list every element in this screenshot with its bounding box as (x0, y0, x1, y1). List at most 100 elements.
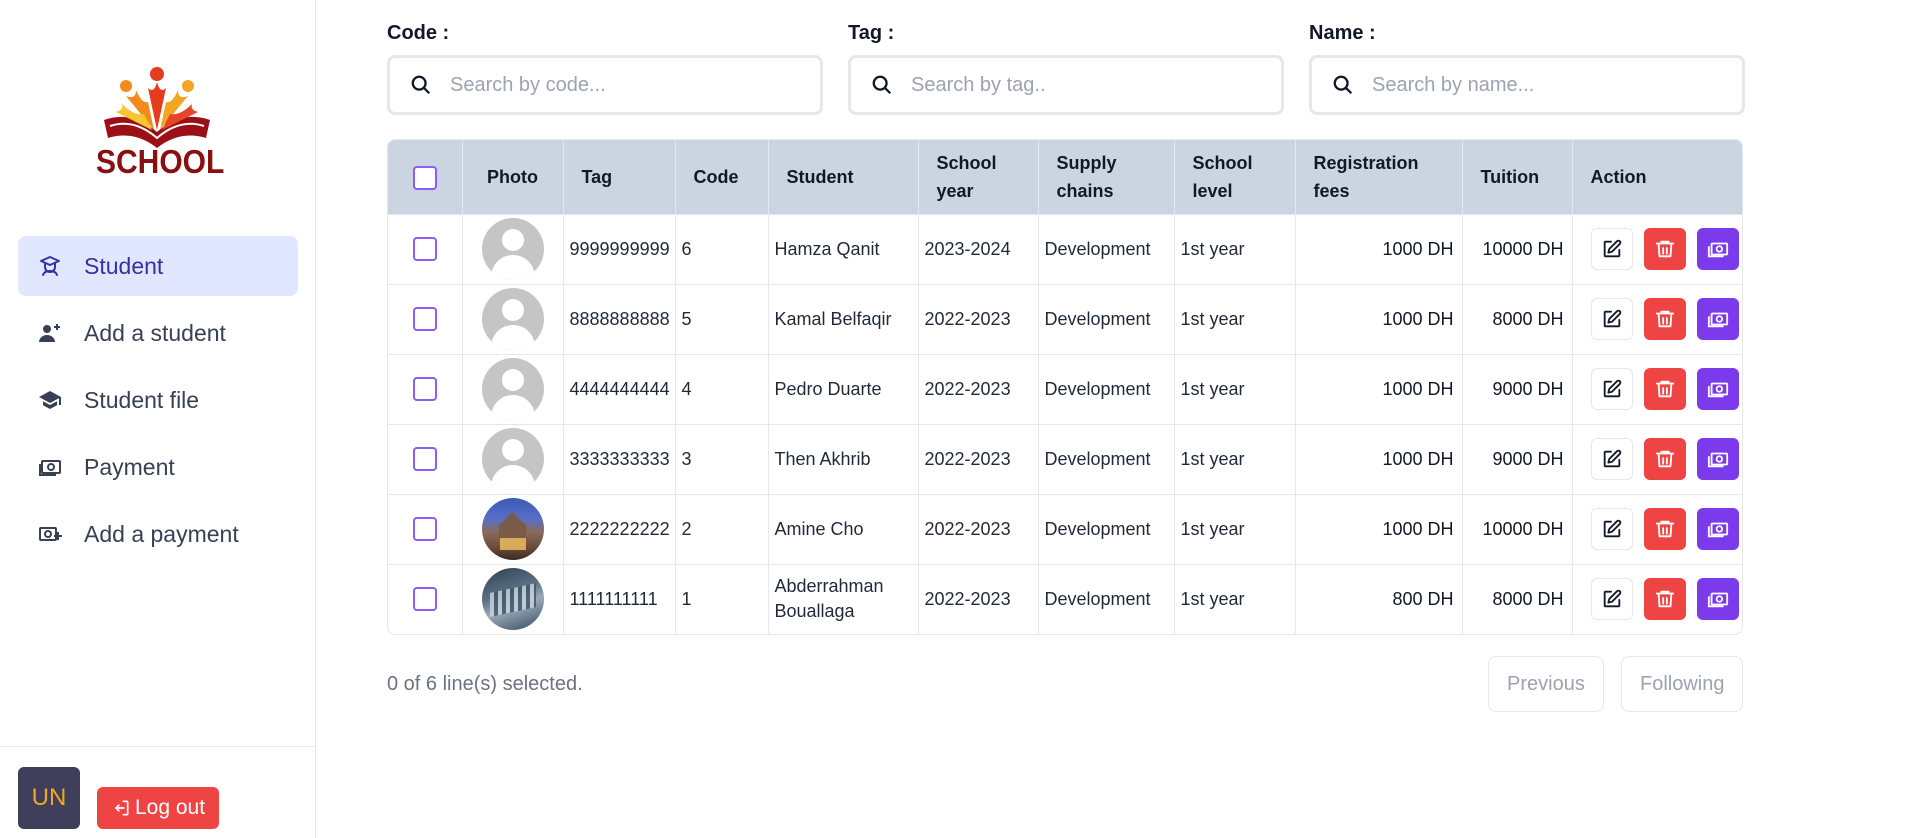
school-logo[interactable]: SCHOOL (96, 60, 224, 182)
delete-button[interactable] (1643, 368, 1686, 410)
sidebar-item-payment[interactable]: Payment (18, 437, 298, 497)
header-tag[interactable]: Tag (563, 140, 676, 214)
previous-button[interactable]: Previous (1488, 656, 1604, 712)
row-checkbox[interactable] (412, 237, 437, 261)
payment-button[interactable] (1696, 578, 1739, 621)
money-icon (1707, 448, 1729, 470)
logo-graphic (104, 67, 210, 148)
name-search-box[interactable] (1309, 55, 1745, 115)
payment-button[interactable] (1696, 438, 1739, 480)
avatar[interactable]: UN (18, 767, 80, 829)
table-row[interactable]: 9999999999 6 Hamza Qanit 2023-2024 Developme… (388, 214, 1742, 284)
school-level-cell: 1st year (1174, 284, 1296, 354)
edit-button[interactable] (1590, 438, 1633, 480)
code-filter: Code : (387, 22, 823, 115)
row-select-cell (388, 284, 463, 354)
edit-button[interactable] (1590, 368, 1633, 410)
tuition-cell: 9000 DH (1462, 354, 1573, 424)
logout-button[interactable]: Log out (97, 787, 220, 829)
sidebar-item-add-payment[interactable]: Add a payment (18, 504, 298, 564)
table-row[interactable]: 3333333333 3 Then Akhrib 2022-2023 Developme… (388, 424, 1742, 494)
header-school-year-line2: year (936, 180, 974, 201)
action-cell (1572, 354, 1742, 424)
header-school-year[interactable]: School year (918, 140, 1039, 214)
money-icon (1707, 238, 1729, 260)
tag-cell: 1111111111 (563, 564, 676, 634)
student-icon (36, 252, 64, 280)
delete-button[interactable] (1643, 228, 1686, 270)
student-name-cell: Amine Cho (768, 494, 919, 564)
search-icon (1333, 75, 1353, 95)
school-year-cell: 2023-2024 (918, 214, 1039, 284)
code-search-box[interactable] (387, 55, 823, 115)
payment-button[interactable] (1696, 368, 1739, 410)
header-school-year-line1: School (936, 152, 997, 173)
avatar-placeholder-icon (481, 288, 544, 350)
registration-fees-cell: 1000 DH (1295, 494, 1463, 564)
header-registration-fees[interactable]: Registration fees (1295, 140, 1463, 214)
photo-cell (462, 494, 564, 564)
tag-cell: 9999999999 (563, 214, 676, 284)
school-level-cell: 1st year (1174, 424, 1296, 494)
tag-search-input[interactable] (911, 73, 1231, 97)
name-filter-label: Name : (1309, 22, 1376, 44)
code-cell: 2 (675, 494, 769, 564)
table-row[interactable]: 4444444444 4 Pedro Duarte 2022-2023 Developm… (388, 354, 1742, 424)
row-checkbox[interactable] (412, 307, 437, 331)
edit-button[interactable] (1590, 578, 1633, 621)
photo-cell (462, 354, 564, 424)
tag-cell: 4444444444 (563, 354, 676, 424)
select-all-checkbox[interactable] (412, 166, 437, 190)
table-row[interactable]: 2222222222 2 Amine Cho 2022-2023 Development… (388, 494, 1742, 564)
trash-icon (1654, 378, 1676, 400)
search-icon (872, 75, 892, 95)
sidebar-footer: UN Log out (0, 746, 316, 838)
next-button[interactable]: Following (1621, 656, 1744, 712)
payment-button[interactable] (1696, 298, 1739, 340)
edit-button[interactable] (1590, 508, 1633, 550)
header-student[interactable]: Student (768, 140, 919, 214)
student-photo (481, 498, 544, 560)
tag-search-box[interactable] (848, 55, 1284, 115)
row-checkbox[interactable] (412, 587, 437, 612)
edit-icon (1601, 518, 1623, 540)
payment-button[interactable] (1696, 508, 1739, 550)
sidebar-item-student-file[interactable]: Student file (18, 370, 298, 430)
registration-fees-cell: 1000 DH (1295, 354, 1463, 424)
delete-button[interactable] (1643, 438, 1686, 480)
header-code[interactable]: Code (675, 140, 769, 214)
header-supply-chains[interactable]: Supply chains (1038, 140, 1175, 214)
delete-button[interactable] (1643, 578, 1686, 621)
tag-filter-label: Tag : (848, 22, 895, 44)
photo-cell (462, 284, 564, 354)
row-checkbox[interactable] (412, 517, 437, 541)
header-action: Action (1572, 140, 1742, 214)
delete-button[interactable] (1643, 508, 1686, 550)
header-tuition[interactable]: Tuition (1462, 140, 1573, 214)
payment-button[interactable] (1696, 228, 1739, 270)
table-row[interactable]: 1111111111 1 Abderrahman Bouallaga 2022-202… (388, 564, 1742, 634)
school-level-cell: 1st year (1174, 214, 1296, 284)
edit-button[interactable] (1590, 228, 1633, 270)
row-checkbox[interactable] (412, 447, 437, 471)
header-photo[interactable]: Photo (462, 140, 564, 214)
header-school-level[interactable]: School level (1174, 140, 1296, 214)
photo-cell (462, 214, 564, 284)
sidebar-item-student[interactable]: Student (18, 236, 298, 296)
edit-button[interactable] (1590, 298, 1633, 340)
supply-chain-cell: Development (1038, 284, 1175, 354)
row-checkbox[interactable] (412, 377, 437, 401)
money-icon (1707, 588, 1729, 610)
name-search-input[interactable] (1372, 73, 1692, 97)
tag-cell: 3333333333 (563, 424, 676, 494)
edit-icon (1601, 308, 1623, 330)
code-search-input[interactable] (450, 73, 770, 97)
tag-cell: 8888888888 (563, 284, 676, 354)
sidebar-item-add-student[interactable]: Add a student (18, 303, 298, 363)
table-row[interactable]: 8888888888 5 Kamal Belfaqir 2022-2023 Develo… (388, 284, 1742, 354)
header-level-line2: level (1192, 180, 1233, 201)
tuition-cell: 10000 DH (1462, 494, 1573, 564)
sidebar-item-label: Payment (84, 453, 175, 480)
sidebar-item-label: Student (84, 252, 164, 279)
delete-button[interactable] (1643, 298, 1686, 340)
